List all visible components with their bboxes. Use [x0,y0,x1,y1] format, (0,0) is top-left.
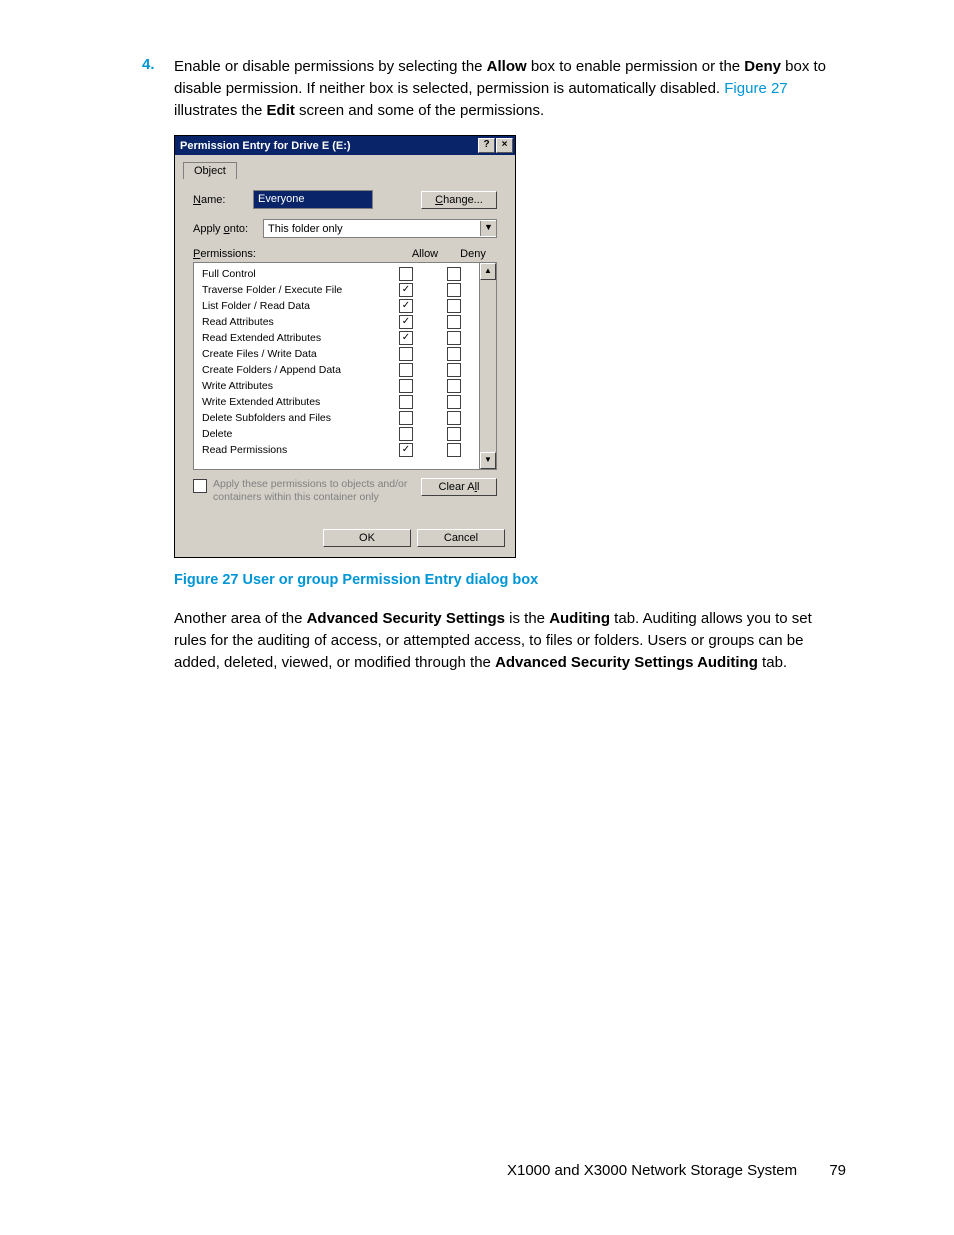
permission-name: Traverse Folder / Execute File [202,284,382,296]
allow-checkbox[interactable] [399,395,413,409]
footer-text: X1000 and X3000 Network Storage System [507,1162,797,1179]
t: is the [505,610,549,627]
apply-onto-label: Apply onto: [193,223,263,235]
deny-checkbox[interactable] [447,411,461,425]
col-allow: Allow [401,248,449,260]
permission-name: List Folder / Read Data [202,300,382,312]
allow-checkbox[interactable] [399,347,413,361]
deny-checkbox[interactable] [447,267,461,281]
permission-name: Write Extended Attributes [202,396,382,408]
permission-name: Read Extended Attributes [202,332,382,344]
allow-checkbox[interactable]: ✓ [399,315,413,329]
page-number: 79 [829,1162,846,1179]
figure-caption: Figure 27 User or group Permission Entry… [174,572,844,588]
permission-row: Create Files / Write Data [202,346,478,362]
close-icon[interactable]: × [496,138,513,153]
cancel-button[interactable]: Cancel [417,529,505,547]
t: Deny [744,58,781,75]
t: screen and some of the permissions. [295,102,544,119]
allow-checkbox[interactable] [399,427,413,441]
deny-checkbox[interactable] [447,299,461,313]
deny-checkbox[interactable] [447,331,461,345]
permission-row: Read Attributes ✓ [202,314,478,330]
t: Advanced Security Settings [307,610,505,627]
allow-checkbox[interactable]: ✓ [399,443,413,457]
allow-checkbox[interactable] [399,363,413,377]
permissions-label: Permissions: [193,248,401,260]
step-text: Enable or disable permissions by selecti… [174,56,844,121]
permission-row: Read Permissions ✓ [202,442,478,458]
permissions-list: ▲ ▼ Full Control Traverse Folder / Execut… [193,262,497,470]
allow-checkbox[interactable]: ✓ [399,283,413,297]
apply-onto-value: This folder only [268,223,343,235]
tab-object[interactable]: Object [183,162,237,179]
deny-checkbox[interactable] [447,347,461,361]
permission-row: Write Attributes [202,378,478,394]
apply-inherit-checkbox[interactable] [193,479,207,493]
permission-name: Create Folders / Append Data [202,364,382,376]
allow-checkbox[interactable]: ✓ [399,299,413,313]
permission-row: List Folder / Read Data ✓ [202,298,478,314]
apply-inherit-label: Apply these permissions to objects and/o… [213,478,415,503]
allow-checkbox[interactable]: ✓ [399,331,413,345]
deny-checkbox[interactable] [447,427,461,441]
permission-row: Read Extended Attributes ✓ [202,330,478,346]
name-label: Name: [193,194,253,206]
permission-row: Delete Subfolders and Files [202,410,478,426]
figure-link[interactable]: Figure 27 [724,80,787,97]
t: Enable or disable permissions by selecti… [174,58,487,75]
ok-button[interactable]: OK [323,529,411,547]
deny-checkbox[interactable] [447,283,461,297]
t: box to enable permission or the [527,58,745,75]
step-4: 4. Enable or disable permissions by sele… [142,56,844,121]
t: illustrates the [174,102,267,119]
dialog-title: Permission Entry for Drive E (E:) [180,140,351,152]
allow-checkbox[interactable] [399,411,413,425]
t: Advanced Security Settings Auditing [495,654,758,671]
permission-name: Delete Subfolders and Files [202,412,382,424]
allow-checkbox[interactable] [399,379,413,393]
permission-name: Create Files / Write Data [202,348,382,360]
t: tab. [758,654,787,671]
deny-checkbox[interactable] [447,395,461,409]
permission-name: Full Control [202,268,382,280]
chevron-down-icon[interactable]: ▼ [480,221,496,236]
permission-row: Delete [202,426,478,442]
permission-row: Create Folders / Append Data [202,362,478,378]
t: Edit [267,102,295,119]
permission-name: Write Attributes [202,380,382,392]
permission-name: Read Permissions [202,444,382,456]
permission-name: Read Attributes [202,316,382,328]
col-deny: Deny [449,248,497,260]
paragraph: Another area of the Advanced Security Se… [174,608,844,673]
deny-checkbox[interactable] [447,363,461,377]
permission-row: Write Extended Attributes [202,394,478,410]
deny-checkbox[interactable] [447,315,461,329]
permission-entry-dialog: Permission Entry for Drive E (E:) ? × Ob… [174,135,516,558]
change-button[interactable]: Change... [421,191,497,209]
name-value: Everyone [253,190,373,209]
deny-checkbox[interactable] [447,379,461,393]
permission-name: Delete [202,428,382,440]
t: Another area of the [174,610,307,627]
permission-row: Full Control [202,266,478,282]
scrollbar[interactable]: ▲ ▼ [479,263,496,469]
step-number: 4. [142,56,174,121]
page-footer: X1000 and X3000 Network Storage System 7… [507,1162,846,1179]
dialog-titlebar: Permission Entry for Drive E (E:) ? × [175,136,515,155]
help-icon[interactable]: ? [478,138,495,153]
clear-all-button[interactable]: Clear All [421,478,497,496]
allow-checkbox[interactable] [399,267,413,281]
t: Auditing [549,610,610,627]
permission-row: Traverse Folder / Execute File ✓ [202,282,478,298]
apply-onto-select[interactable]: This folder only ▼ [263,219,497,238]
scroll-down-icon[interactable]: ▼ [480,452,496,469]
scroll-up-icon[interactable]: ▲ [480,263,496,280]
deny-checkbox[interactable] [447,443,461,457]
t: Allow [487,58,527,75]
